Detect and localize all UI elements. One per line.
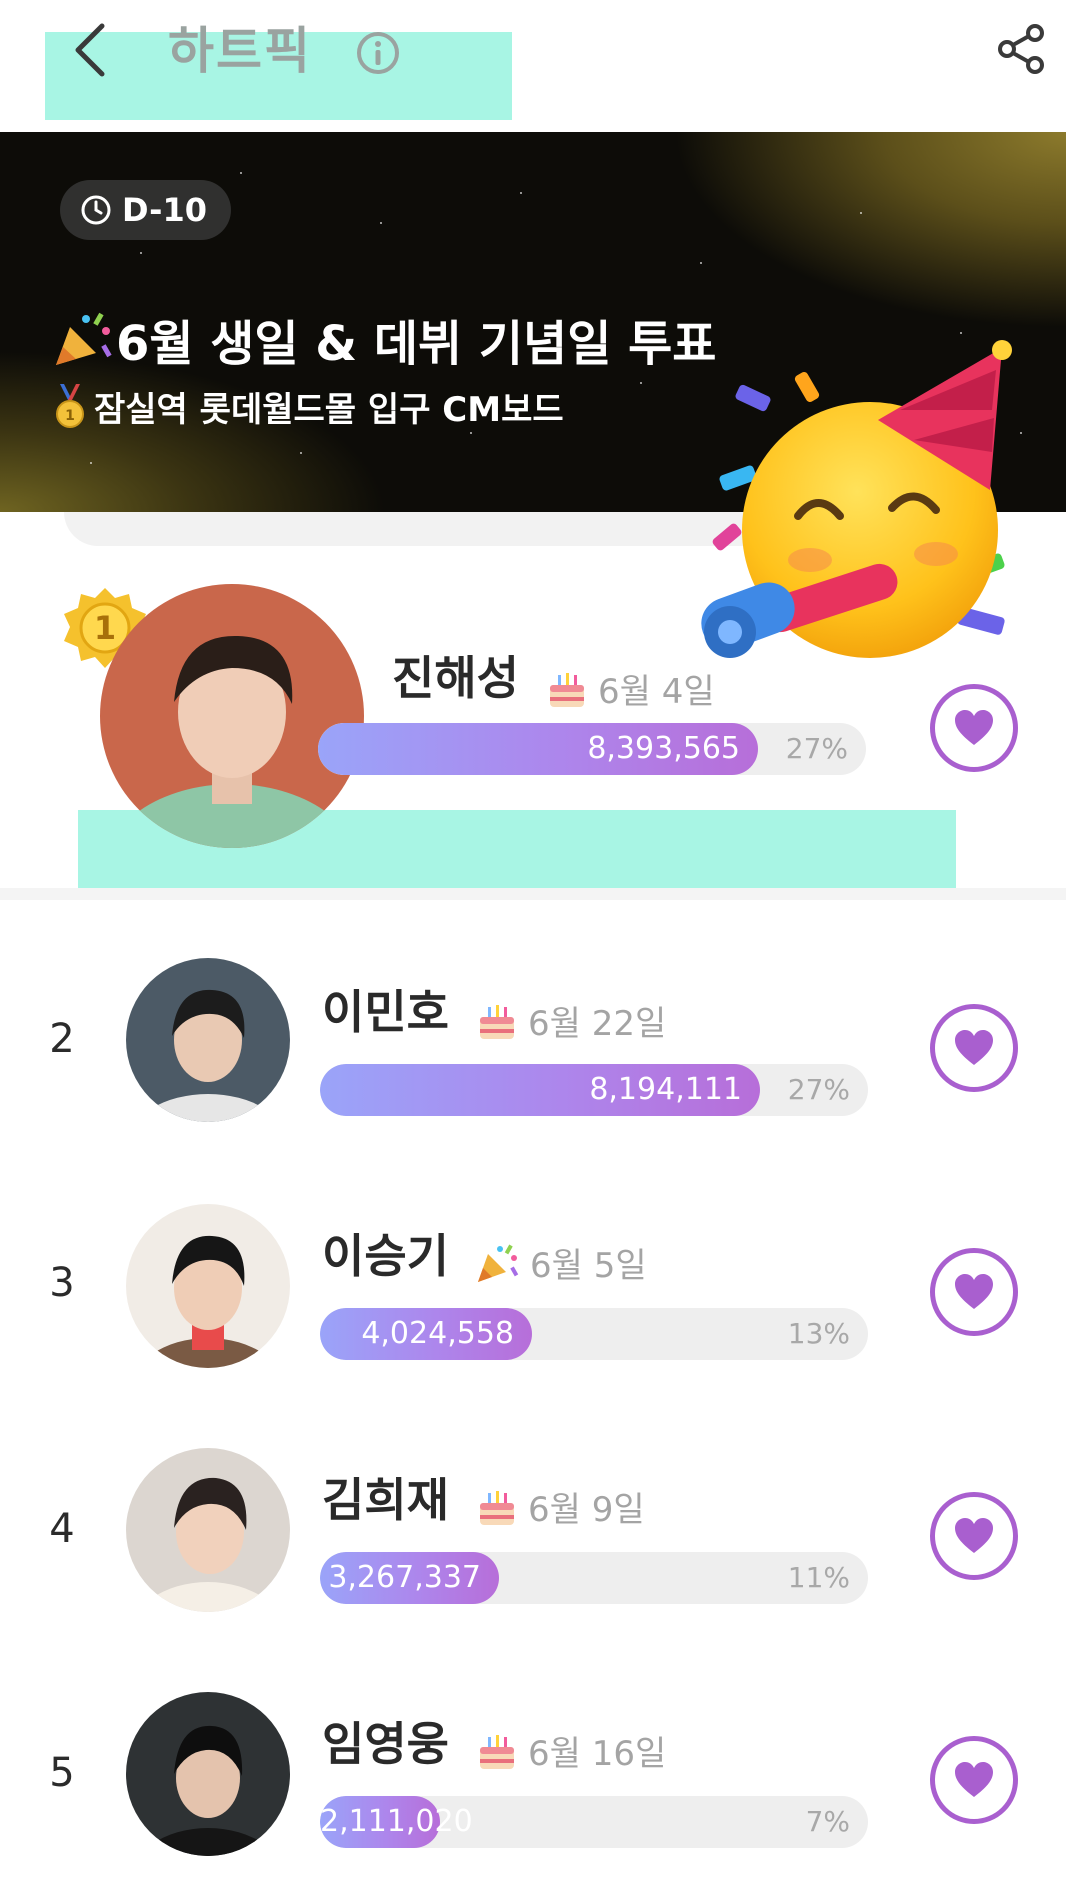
profile-photo <box>126 958 290 1122</box>
candidate-name: 진해성 <box>392 651 519 705</box>
avatar[interactable] <box>126 1204 290 1368</box>
vote-percent: 13% <box>787 1317 850 1350</box>
profile-photo <box>100 584 364 848</box>
candidate-name: 김희재 <box>322 1473 449 1527</box>
star-sparkle <box>140 252 142 254</box>
vote-count: 2,111,020 <box>320 1804 473 1839</box>
vote-bar: 2,111,020 7% <box>320 1796 868 1848</box>
profile-photo <box>126 1204 290 1368</box>
anniversary-date: 6월 5일 <box>476 1238 647 1287</box>
anniversary-date: 6월 16일 <box>476 1726 666 1775</box>
share-icon <box>998 24 1044 74</box>
vote-heart-button[interactable] <box>930 1492 1018 1580</box>
birthday-cake-icon <box>480 1734 514 1769</box>
page-title: 하트픽 <box>168 22 312 80</box>
dday-badge: D-10 <box>60 180 231 240</box>
vote-heart-button[interactable] <box>930 1736 1018 1824</box>
vote-percent: 27% <box>787 1073 850 1106</box>
heart-icon <box>955 1518 993 1553</box>
back-button[interactable] <box>60 18 120 82</box>
app-header: 하트픽 <box>0 0 1066 132</box>
rank-number: 5 <box>49 1750 75 1796</box>
star-sparkle <box>860 212 862 214</box>
anniversary-date: 6월 22일 <box>476 996 666 1045</box>
rank-number: 3 <box>49 1260 75 1306</box>
date-text: 6월 22일 <box>528 1004 667 1044</box>
medal-rank-text: 1 <box>94 609 116 647</box>
vote-count: 3,267,337 <box>328 1560 481 1595</box>
avatar[interactable] <box>126 1448 290 1612</box>
star-sparkle <box>380 222 382 224</box>
candidate-name: 임영웅 <box>322 1717 449 1771</box>
birthday-cake-icon <box>480 1490 514 1525</box>
section-divider <box>0 888 1066 900</box>
heart-icon <box>955 1030 993 1065</box>
vote-heart-button[interactable] <box>930 1248 1018 1336</box>
vote-bar: 8,194,111 27% <box>320 1064 868 1116</box>
avatar[interactable] <box>100 584 364 848</box>
banner-title: 6월 생일 & 데뷔 기념일 투표 <box>52 304 716 374</box>
vote-percent: 27% <box>785 732 848 765</box>
vote-count: 8,393,565 <box>587 731 740 766</box>
star-sparkle <box>300 452 302 454</box>
heart-icon <box>955 1274 993 1309</box>
star-sparkle <box>240 172 242 174</box>
date-text: 6월 4일 <box>598 672 715 712</box>
chevron-left-icon <box>75 23 105 77</box>
vote-count: 8,194,111 <box>589 1072 742 1107</box>
svg-text:1: 1 <box>65 408 75 424</box>
share-button[interactable] <box>990 18 1052 80</box>
avatar[interactable] <box>126 958 290 1122</box>
party-popper-icon <box>478 1244 519 1282</box>
candidate-name: 이민호 <box>322 985 449 1039</box>
rank-number: 2 <box>49 1016 75 1062</box>
anniversary-date: 6월 4일 <box>546 664 715 713</box>
info-icon[interactable] <box>355 30 401 76</box>
dday-text: D-10 <box>122 191 207 229</box>
candidate-name: 이승기 <box>322 1229 449 1283</box>
star-sparkle <box>960 332 962 334</box>
medal-icon: 1 <box>56 383 84 428</box>
anniversary-date: 6월 9일 <box>476 1482 645 1531</box>
clock-icon <box>81 195 111 225</box>
birthday-cake-icon <box>480 1004 514 1039</box>
date-text: 6월 5일 <box>530 1246 647 1286</box>
banner-subtitle-text: 잠실역 롯데월드몰 입구 CM보드 <box>94 390 564 430</box>
profile-photo <box>126 1448 290 1612</box>
vote-bar: 8,393,565 27% <box>318 723 866 775</box>
avatar[interactable] <box>126 1692 290 1856</box>
vote-heart-button[interactable] <box>930 684 1018 772</box>
profile-photo <box>126 1692 290 1856</box>
vote-bar: 3,267,337 11% <box>320 1552 868 1604</box>
partying-face-emoji <box>701 340 1012 658</box>
vote-heart-button[interactable] <box>930 1004 1018 1092</box>
vote-count: 4,024,558 <box>361 1316 514 1351</box>
star-sparkle <box>90 462 92 464</box>
star-sparkle <box>640 382 642 384</box>
rank-number: 4 <box>49 1506 75 1552</box>
heart-icon <box>955 710 993 745</box>
heart-icon <box>955 1762 993 1797</box>
star-sparkle <box>470 432 472 434</box>
date-text: 6월 16일 <box>528 1734 667 1774</box>
date-text: 6월 9일 <box>528 1490 645 1530</box>
star-sparkle <box>520 192 522 194</box>
vote-percent: 7% <box>805 1805 850 1838</box>
banner-title-text: 6월 생일 & 데뷔 기념일 투표 <box>116 316 717 372</box>
vote-bar: 4,024,558 13% <box>320 1308 868 1360</box>
vote-percent: 11% <box>787 1561 850 1594</box>
birthday-cake-icon <box>550 672 584 707</box>
star-sparkle <box>700 262 702 264</box>
banner-subtitle: 1 잠실역 롯데월드몰 입구 CM보드 <box>52 382 564 431</box>
party-popper-icon <box>56 312 112 365</box>
